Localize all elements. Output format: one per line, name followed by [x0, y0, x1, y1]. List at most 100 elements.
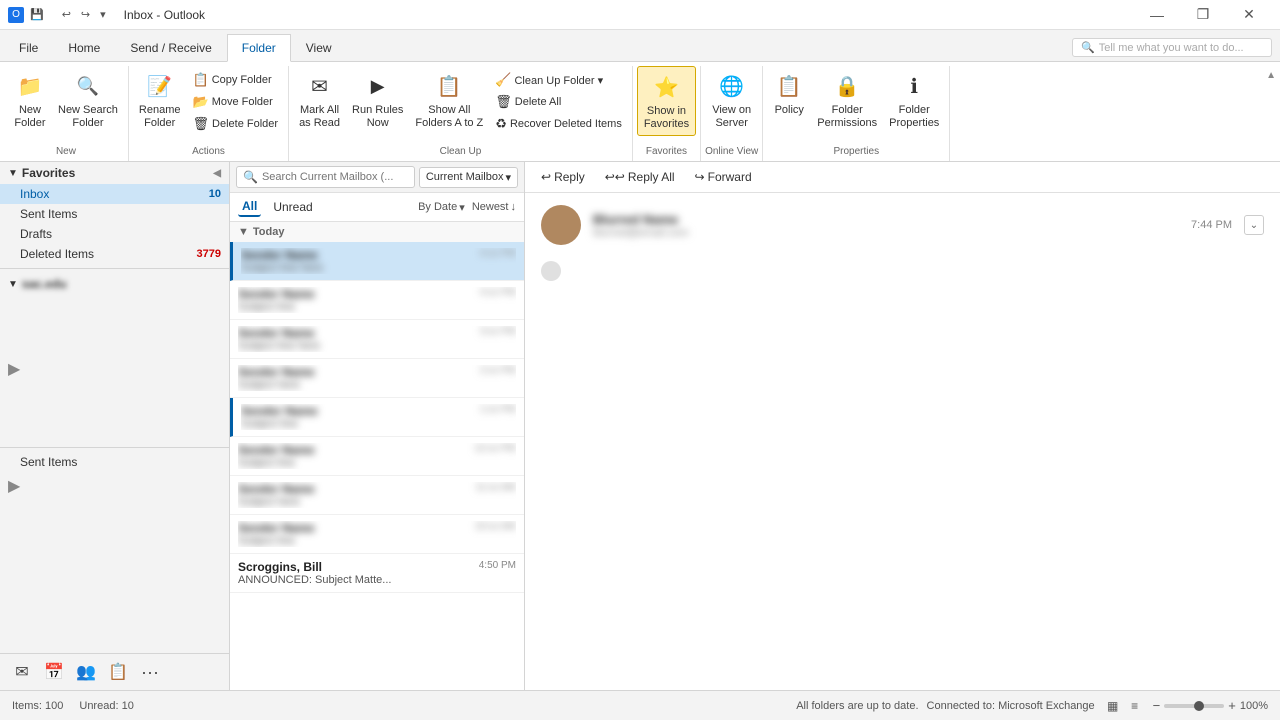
message-time-8: 10:xx AM: [475, 521, 516, 535]
reply-all-button[interactable]: ↩↩ Reply All: [597, 166, 683, 188]
sidebar-item-6[interactable]: [0, 403, 229, 423]
search-input[interactable]: [262, 171, 408, 183]
rename-folder-button[interactable]: 📝 RenameFolder: [133, 66, 187, 134]
new-folder-button[interactable]: 📁 NewFolder: [8, 66, 52, 134]
nav-calendar-button[interactable]: 📅: [40, 658, 68, 686]
message-subject-5: Subject line: [241, 418, 516, 430]
inbox-label: Inbox: [20, 187, 209, 201]
reading-toolbar: ↩ Reply ↩↩ Reply All ↪ Forward: [525, 162, 1280, 193]
reply-button[interactable]: ↩ Reply: [533, 166, 593, 188]
show-all-folders-icon: 📋: [433, 70, 465, 102]
zoom-slider[interactable]: [1164, 704, 1224, 708]
nav-tasks-button[interactable]: 📋: [104, 658, 132, 686]
sidebar-collapse-button[interactable]: ◀: [213, 168, 221, 179]
folder-properties-button[interactable]: ℹ FolderProperties: [883, 66, 945, 134]
new-folder-label: NewFolder: [14, 104, 45, 130]
ribbon-group-actions-items: 📝 RenameFolder 📋 Copy Folder 📂 Move Fold…: [133, 66, 284, 146]
new-search-folder-button[interactable]: 🔍 New SearchFolder: [52, 66, 124, 134]
filter-unread-button[interactable]: Unread: [269, 198, 316, 216]
message-item-2[interactable]: Sender Name 4:xx PM Subject line: [230, 281, 524, 320]
message-item-8[interactable]: Sender Name 10:xx AM Subject line: [230, 515, 524, 554]
restore-button[interactable]: ❐: [1180, 0, 1226, 30]
sidebar-item-5[interactable]: [0, 383, 229, 403]
policy-button[interactable]: 📋 Policy: [767, 66, 811, 121]
recover-deleted-button[interactable]: ♻ Recover Deleted Items: [491, 114, 626, 134]
message-list-scroll[interactable]: ▼ Today Sender Name 4:xx PM Subject line…: [230, 222, 524, 690]
recover-deleted-label: Recover Deleted Items: [510, 118, 622, 130]
message-item-7[interactable]: Sender Name 11:xx AM Subject here: [230, 476, 524, 515]
sidebar-item-inbox[interactable]: Inbox 10: [0, 184, 229, 204]
delete-folder-label: Delete Folder: [212, 118, 278, 130]
sidebar-expand-row[interactable]: ▶: [0, 355, 229, 383]
sort-selector[interactable]: By Date ▾ Newest ↓: [418, 201, 516, 214]
delete-folder-icon: 🗑: [193, 116, 210, 132]
ribbon-group-new-items: 📁 NewFolder 🔍 New SearchFolder: [8, 66, 124, 146]
nav-mail-button[interactable]: ✉: [8, 658, 36, 686]
sidebar-item-sent-items[interactable]: Sent Items: [0, 204, 229, 224]
nav-people-button[interactable]: 👥: [72, 658, 100, 686]
sidebar-expand-row-2[interactable]: ▶: [0, 472, 229, 500]
move-folder-button[interactable]: 📂 Move Folder: [189, 92, 283, 112]
tab-file[interactable]: File: [4, 33, 53, 61]
sidebar-item-sent-bottom[interactable]: Sent Items: [0, 452, 229, 472]
message-item-4[interactable]: Sender Name 2:xx PM Subject here: [230, 359, 524, 398]
expand-details-button[interactable]: ⌄: [1244, 215, 1264, 235]
zoom-out-button[interactable]: −: [1153, 698, 1161, 713]
view-on-server-icon: 🌐: [716, 70, 748, 102]
delete-all-button[interactable]: 🗑 Delete All: [491, 92, 626, 112]
new-folder-icon: 📁: [14, 70, 46, 102]
search-scope-selector[interactable]: Current Mailbox ▾: [419, 167, 518, 188]
copy-folder-button[interactable]: 📋 Copy Folder: [189, 70, 283, 90]
deleted-items-count: 3779: [197, 248, 221, 260]
sidebar-sub-item-2[interactable]: [0, 315, 229, 335]
message-sender-3: Sender Name: [238, 326, 328, 340]
search-box-icon: 🔍: [243, 170, 258, 184]
view-on-server-button[interactable]: 🌐 View onServer: [706, 66, 757, 134]
tab-folder[interactable]: Folder: [227, 34, 291, 62]
nav-more-button[interactable]: ···: [136, 658, 164, 686]
forward-button[interactable]: ↪ Forward: [687, 166, 760, 188]
sidebar-item-drafts[interactable]: Drafts: [0, 224, 229, 244]
filter-all-button[interactable]: All: [238, 197, 261, 217]
ribbon-group-cleanup-label: Clean Up: [440, 146, 482, 161]
sidebar-sub-item-1[interactable]: [0, 295, 229, 315]
message-content-scroggins: Scroggins, Bill 4:50 PM ANNOUNCED: Subje…: [238, 560, 516, 586]
message-subject-scroggins: ANNOUNCED: Subject Matte...: [238, 574, 516, 586]
tab-send-receive[interactable]: Send / Receive: [115, 33, 226, 61]
zoom-in-button[interactable]: +: [1228, 698, 1236, 713]
message-time-6: 12:xx PM: [474, 443, 516, 457]
sidebar-item-7[interactable]: [0, 423, 229, 443]
ribbon-collapse-button[interactable]: ▲: [1266, 70, 1276, 81]
view-mode-2-button[interactable]: ≡: [1125, 696, 1145, 716]
message-item-1[interactable]: Sender Name 4:xx PM Subject line here: [230, 242, 524, 281]
message-item-scroggins[interactable]: Scroggins, Bill 4:50 PM ANNOUNCED: Subje…: [230, 554, 524, 593]
folder-permissions-button[interactable]: 🔒 FolderPermissions: [811, 66, 883, 134]
close-button[interactable]: ✕: [1226, 0, 1272, 30]
window-title: Inbox - Outlook: [124, 8, 205, 22]
tab-view[interactable]: View: [291, 33, 347, 61]
run-rules-now-button[interactable]: ▶ Run RulesNow: [346, 66, 409, 134]
reply-icon: ↩: [541, 170, 551, 184]
message-item-5[interactable]: Sender Name 1:xx PM Subject line: [230, 398, 524, 437]
order-label: Newest: [472, 201, 509, 213]
message-item-6[interactable]: Sender Name 12:xx PM Subject line: [230, 437, 524, 476]
view-mode-1-button[interactable]: ▦: [1103, 696, 1123, 716]
mark-all-as-read-button[interactable]: ✉ Mark Allas Read: [293, 66, 346, 134]
search-box[interactable]: 🔍: [236, 166, 415, 188]
message-item-3[interactable]: Sender Name 3:xx PM Subject line here: [230, 320, 524, 359]
sidebar-item-deleted-items[interactable]: Deleted Items 3779: [0, 244, 229, 264]
delete-folder-button[interactable]: 🗑 Delete Folder: [189, 114, 283, 134]
ribbon-search-box[interactable]: 🔍 Tell me what you want to do...: [1072, 38, 1272, 57]
show-all-folders-button[interactable]: 📋 Show AllFolders A to Z: [409, 66, 489, 134]
message-time-2: 4:xx PM: [480, 287, 516, 301]
message-content-1: Sender Name 4:xx PM Subject line here: [241, 248, 516, 274]
minimize-button[interactable]: —: [1134, 0, 1180, 30]
message-time-5: 1:xx PM: [480, 404, 516, 418]
tab-home[interactable]: Home: [53, 33, 115, 61]
clean-up-folder-button[interactable]: 🧹 Clean Up Folder ▾: [491, 70, 626, 90]
account-section-header[interactable]: ▼ sac.edu: [0, 273, 229, 295]
sidebar-sub-item-3[interactable]: [0, 335, 229, 355]
show-in-favorites-button[interactable]: ⭐ Show inFavorites: [637, 66, 696, 136]
title-bar-left: O 💾 ↩ ↪ ▾ Inbox - Outlook: [8, 7, 205, 23]
favorites-section-header[interactable]: ▼ Favorites ◀: [0, 162, 229, 184]
